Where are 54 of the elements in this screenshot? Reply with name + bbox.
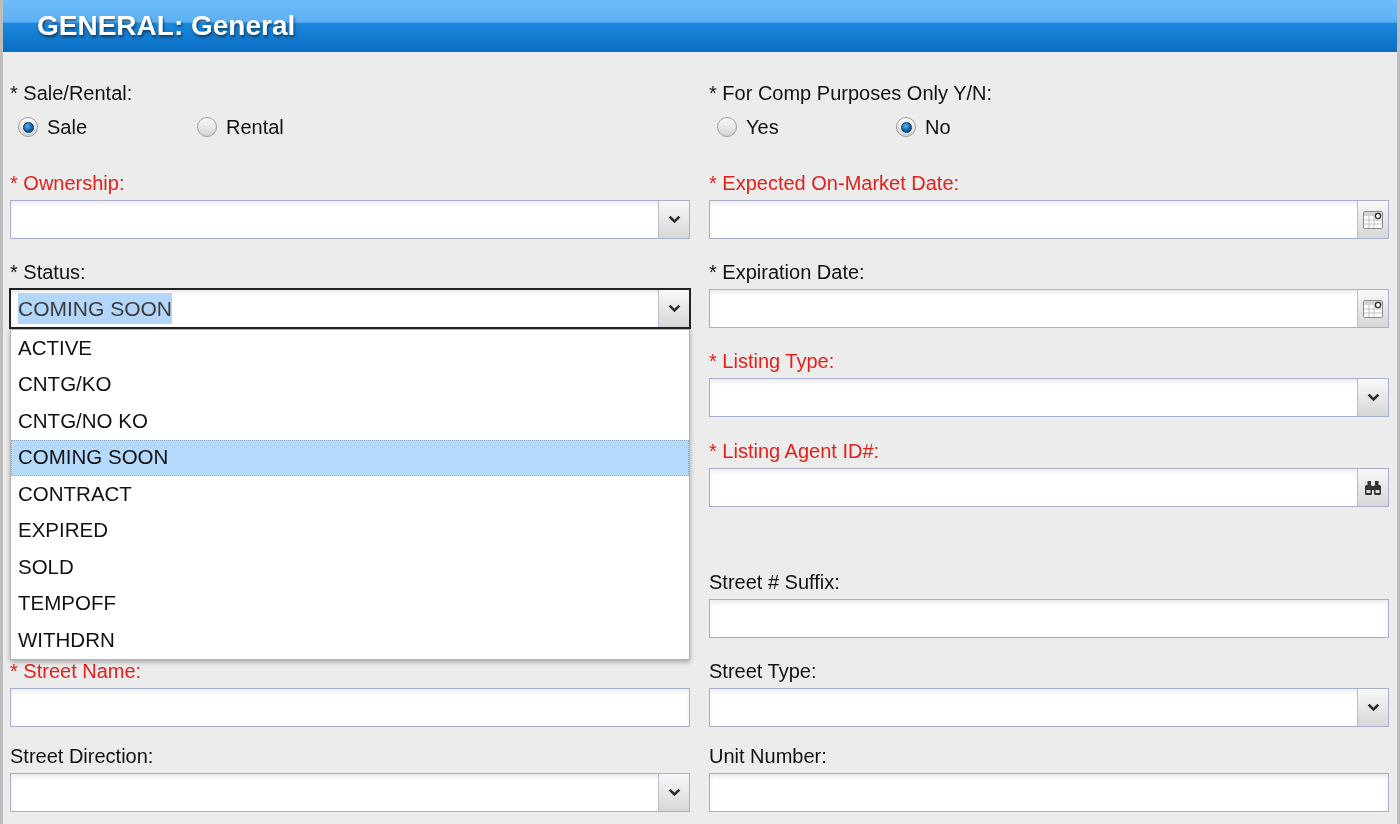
radio-option[interactable]: Rental [197,115,284,139]
dropdown-option[interactable]: EXPIRED [11,512,689,549]
date-field[interactable] [709,289,1389,328]
dropdown-button[interactable] [1357,689,1388,726]
dropdown-option[interactable]: TEMPOFF [11,585,689,622]
field-label: * Expected On-Market Date: [709,171,960,195]
chevron-down-icon [667,788,681,797]
field-label: Street Type: [709,659,817,683]
dropdown-button[interactable] [658,201,689,238]
field-label: * Listing Agent ID#: [709,439,880,463]
calendar-icon [1363,299,1383,318]
section-title: GENERAL: General [37,9,296,43]
dropdown-option[interactable]: ACTIVE [11,330,689,367]
dropdown-option[interactable]: CONTRACT [11,476,689,513]
field-label: Street Direction: [10,744,154,768]
field-label: * Expiration Date: [709,260,865,284]
chevron-down-icon [1366,703,1380,712]
field-label: Unit Number: [709,744,827,768]
dropdown-option[interactable]: CNTG/NO KO [11,403,689,440]
select-field[interactable]: COMING SOON [10,289,690,328]
select-field[interactable] [10,773,690,812]
select-field[interactable] [10,200,690,239]
radio-option[interactable]: Sale [18,115,88,139]
field-label: * Listing Type: [709,349,835,373]
dropdown-button[interactable] [658,774,689,811]
select-field[interactable] [709,688,1389,727]
radio-option[interactable]: Yes [717,115,779,139]
dropdown-option[interactable]: COMING SOON [11,439,689,476]
text-field[interactable] [709,773,1389,812]
field-label: * Street Name: [10,659,142,683]
dropdown-button[interactable] [658,290,689,327]
field-label: * Sale/Rental: [10,81,133,105]
calendar-button[interactable] [1357,201,1388,238]
text-field[interactable] [10,688,690,727]
chevron-down-icon [1366,393,1380,402]
radio-option[interactable]: No [896,115,951,139]
chevron-down-icon [667,215,681,224]
field-label: Street # Suffix: [709,570,840,594]
binoculars-icon [1365,480,1381,495]
field-label: * Status: [10,260,86,284]
dropdown-option[interactable]: SOLD [11,549,689,586]
dropdown-button[interactable] [1357,379,1388,416]
dropdown-option[interactable]: WITHDRN [11,622,689,659]
date-field[interactable] [709,200,1389,239]
lookup-field[interactable] [709,468,1389,507]
field-label: * Ownership: [10,171,125,195]
field-label: * For Comp Purposes Only Y/N: [709,81,993,105]
dropdown-option[interactable]: CNTG/KO [11,366,689,403]
calendar-button[interactable] [1357,290,1388,327]
calendar-icon [1363,210,1383,229]
lookup-button[interactable] [1357,469,1388,506]
select-field[interactable] [709,378,1389,417]
text-field[interactable] [709,599,1389,638]
chevron-down-icon [667,304,681,313]
